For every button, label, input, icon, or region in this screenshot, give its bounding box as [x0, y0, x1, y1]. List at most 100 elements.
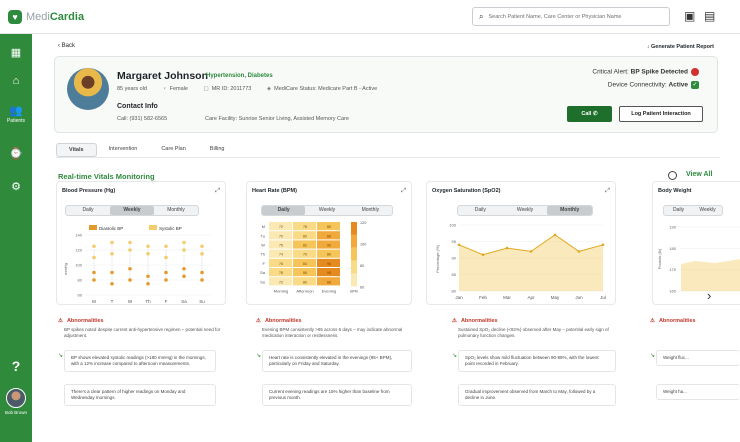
y-tick-label: 100: [75, 263, 82, 268]
bp-point: [110, 270, 114, 275]
female-icon: ♀: [162, 86, 167, 92]
row-label: W: [261, 243, 265, 248]
cell-label: 88: [327, 234, 331, 238]
seg-monthly[interactable]: Monthly: [154, 206, 198, 215]
refresh-icon[interactable]: [668, 171, 677, 180]
spo2-point: [529, 250, 533, 253]
call-button[interactable]: Call ✆: [567, 106, 612, 122]
seg-daily[interactable]: Daily: [66, 206, 110, 215]
bp-note: BP shows elevated systolic readings (>18…: [64, 350, 216, 372]
row-label: M: [262, 224, 265, 229]
view-all-link[interactable]: View All: [686, 171, 712, 178]
sidebar-item-home[interactable]: ⌂: [0, 75, 32, 87]
spo2-range-toggle[interactable]: Daily Weekly Monthly: [457, 205, 593, 216]
bp-point: [200, 251, 204, 256]
cell-label: 72: [279, 280, 283, 284]
cell-label: 88: [327, 280, 331, 284]
bp-point: [92, 278, 96, 282]
expand-icon[interactable]: ⤢: [401, 188, 406, 195]
warning-icon: ⚠: [58, 318, 63, 324]
help-icon[interactable]: ?: [0, 358, 32, 374]
patient-card: Margaret Johnson Hypertension, Diabetes …: [54, 56, 718, 133]
tab-divider: [56, 157, 720, 158]
hr-range-toggle[interactable]: Daily Weekly Monthly: [261, 205, 393, 216]
x-tick-label: Th: [145, 299, 151, 304]
seg-weekly[interactable]: Weekly: [305, 206, 348, 215]
clipboard-icon[interactable]: ▤: [704, 9, 715, 23]
generate-report-link[interactable]: ↓ Generate Patient Report: [647, 44, 714, 50]
tab-billing[interactable]: Billing: [198, 143, 237, 157]
bp-abn-text: BP spikes noted despite current anti-hyp…: [64, 327, 221, 338]
expand-icon[interactable]: ⤢: [605, 188, 610, 195]
chat-icon[interactable]: ▣: [684, 9, 695, 23]
scale-segment: [351, 260, 357, 274]
sidebar-item-patients[interactable]: 👥 Patients: [0, 104, 32, 124]
seg-daily[interactable]: Daily: [262, 206, 306, 215]
tab-care-plan[interactable]: Care Plan: [149, 143, 197, 157]
weight-range-toggle[interactable]: Daily Weekly: [663, 205, 723, 216]
alert-icon: [691, 68, 699, 76]
bp-range-toggle[interactable]: Daily Weekly Monthly: [65, 205, 199, 216]
seg-daily[interactable]: Daily: [458, 206, 503, 215]
log-interaction-button[interactable]: Log Patient Interaction: [619, 106, 703, 122]
row-label: Tu: [260, 233, 265, 238]
patient-conditions: Hypertension, Diabetes: [206, 73, 273, 79]
seg-weekly[interactable]: Weekly: [503, 206, 548, 215]
tab-intervention[interactable]: Intervention: [97, 143, 150, 157]
seg-monthly[interactable]: Monthly: [349, 206, 392, 215]
spo2-chart: 100 95 90 85 80 Percentage (%) Jan Feb Mar Apr May…: [435, 223, 606, 301]
watch-icon: ⌚: [9, 148, 23, 160]
spo2-note: Gradual improvement observed from March …: [458, 384, 616, 406]
sidebar: ▦ ⌂ 👥 Patients ⌚ ⚙ ?: [0, 34, 32, 442]
chevron-right-icon[interactable]: ›: [707, 288, 711, 303]
app-logo[interactable]: ♥ Medi Cardia: [8, 9, 84, 24]
device-connectivity: Device Connectivity: Active ✓: [608, 81, 699, 89]
sidebar-item-dashboard[interactable]: ▦: [0, 46, 32, 59]
seg-monthly[interactable]: Monthly: [547, 206, 593, 215]
legend-label: Diastolic BP: [99, 226, 123, 231]
weight-abnormalities: ⚠ Abnormalities: [650, 318, 696, 324]
tab-vitals[interactable]: Vitals: [56, 143, 97, 157]
spo2-point: [553, 233, 557, 237]
spo2-card: Oxygen Saturation (SpO2) ⤢ Daily Weekly …: [426, 181, 616, 305]
cell-label: 76: [279, 262, 283, 266]
back-link[interactable]: ‹ Back: [58, 43, 75, 49]
trend-icon: ↘: [650, 353, 656, 359]
top-bar: ♥ Medi Cardia ⌕ Search Patient Name, Care…: [0, 0, 740, 34]
patient-gender: Female: [169, 86, 188, 92]
sidebar-item-settings[interactable]: ⚙: [0, 180, 32, 193]
row-label: Th: [260, 252, 265, 257]
bp-point: [92, 255, 96, 260]
device-value: Active: [668, 81, 688, 89]
spo2-abnormalities: ⚠ Abnormalities: [452, 318, 498, 324]
expand-icon[interactable]: ⤢: [215, 188, 220, 195]
cell-label: 84: [303, 262, 307, 266]
seg-weekly[interactable]: Weekly: [110, 206, 154, 215]
user-profile[interactable]: Bob Brown: [3, 388, 29, 415]
tab-bar: Vitals Intervention Care Plan Billing: [56, 143, 236, 157]
sidebar-item-devices[interactable]: ⌚: [0, 147, 32, 160]
abn-label: Abnormalities: [658, 318, 696, 324]
contact-info-title: Contact Info: [117, 103, 158, 110]
seg-daily[interactable]: Daily: [664, 206, 693, 215]
y-tick-label: 85: [452, 272, 457, 277]
y-tick-label: 80: [78, 278, 83, 283]
y-axis-label: mmHg: [63, 263, 68, 275]
legend-swatch: [149, 225, 157, 230]
bp-point: [128, 240, 132, 245]
spo2-point: [457, 243, 461, 247]
heart-logo-icon: ♥: [8, 9, 22, 24]
patient-phone[interactable]: Call: (931) 582-6565: [117, 116, 167, 122]
row-label: F: [263, 261, 266, 266]
patient-mrid: MR ID: 2011773: [211, 86, 252, 92]
critical-alert: Critical Alert: BP Spike Detected: [592, 68, 699, 76]
spo2-abn-text: Sustained SpO₂ decline (<92%) observed a…: [458, 327, 609, 338]
spo2-point: [481, 253, 485, 256]
abn-label: Abnormalities: [66, 318, 104, 324]
hr-title: Heart Rate (BPM): [252, 188, 297, 194]
hr-note: Current evening readings are 15% higher …: [262, 384, 412, 406]
col-label: Morning: [274, 288, 288, 293]
seg-weekly[interactable]: Weekly: [693, 206, 722, 215]
search-input[interactable]: ⌕ Search Patient Name, Care Center or Ph…: [472, 7, 670, 26]
weight-card: Body Weight Daily Weekly 190 180 170 160 Pou…: [652, 181, 740, 305]
